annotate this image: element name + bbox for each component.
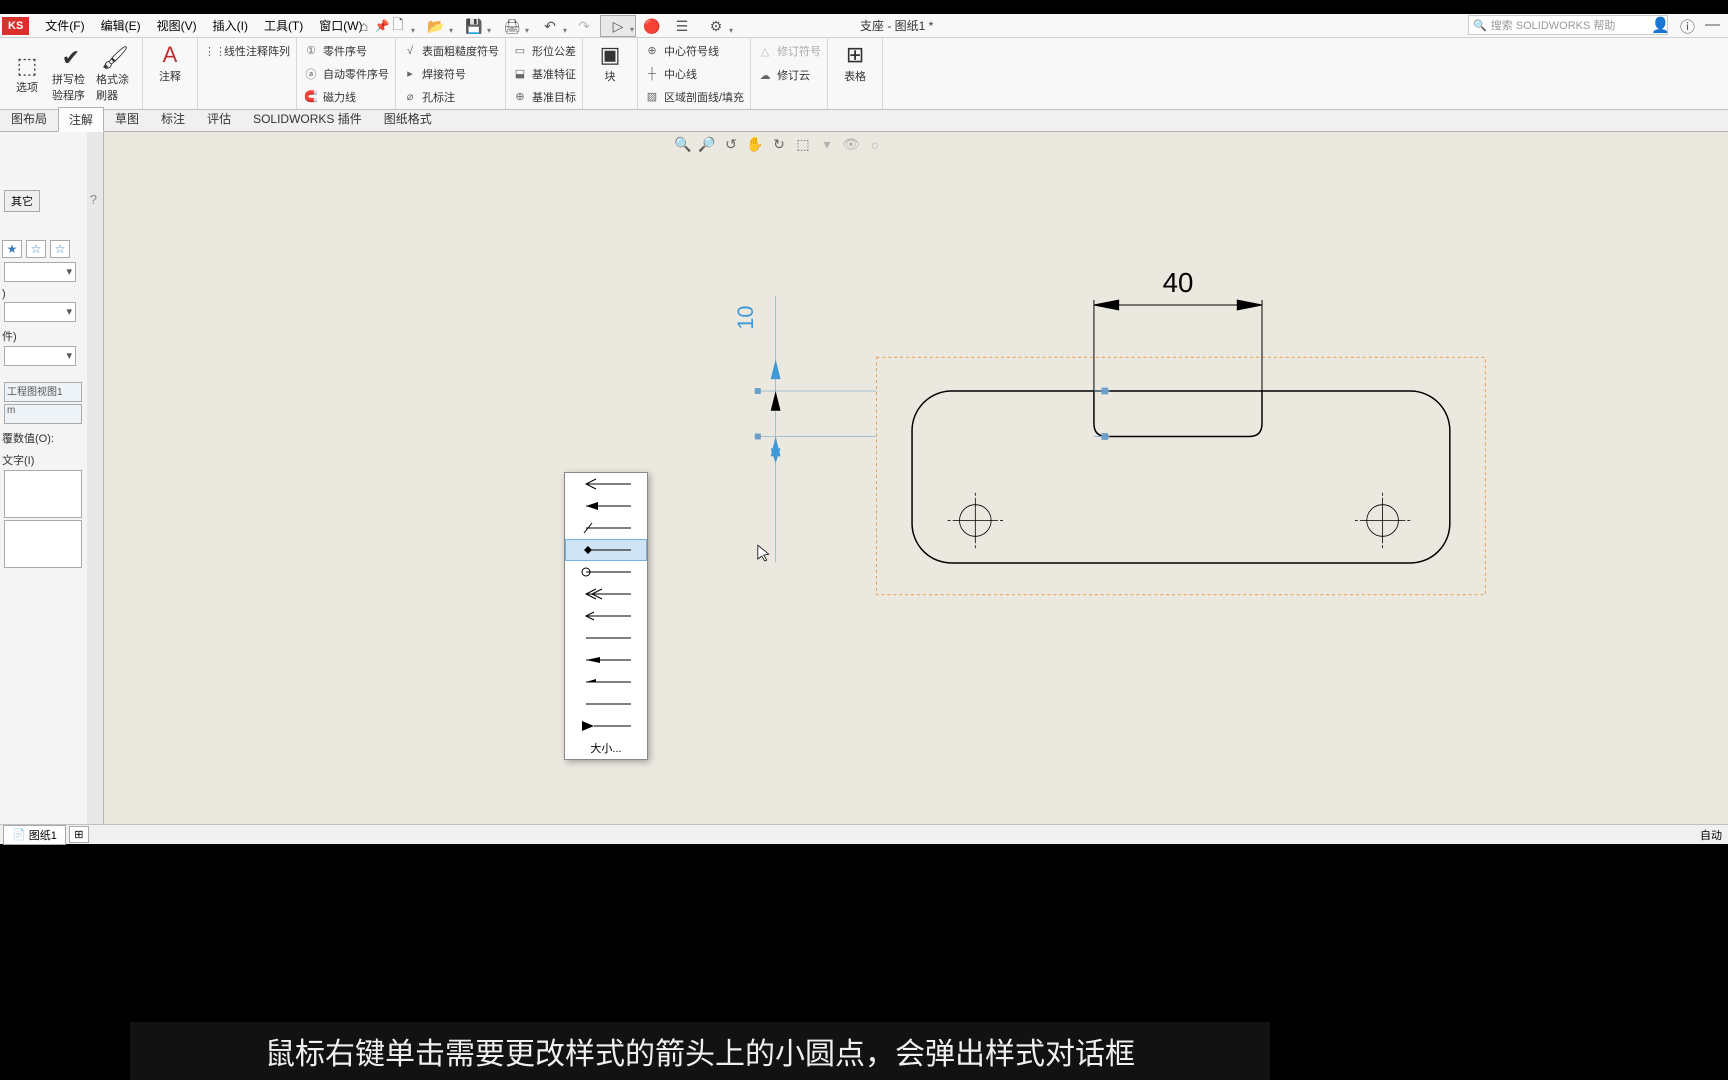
revision-cloud-button[interactable]: ☁修订云	[757, 64, 821, 86]
surface-finish-button[interactable]: √表面粗糙度符号	[402, 40, 499, 61]
note-button[interactable]: A注释	[149, 40, 191, 86]
style-select-3[interactable]	[4, 346, 76, 366]
arrow-style-popup: 大小...	[564, 472, 648, 760]
menu-file[interactable]: 文件(F)	[37, 14, 92, 37]
tab-sketch[interactable]: 草图	[104, 106, 150, 131]
property-panel: ? 其它 ★ ☆ ☆ )⌃ 件)▾ 工程图视图1 m 覆数值(O): 文字(I)…	[0, 132, 104, 832]
add-sheet-button[interactable]: ⊞	[69, 826, 89, 843]
area-hatch-button[interactable]: ▨区域剖面线/填充	[644, 86, 744, 107]
tab-annotate[interactable]: 注解	[58, 107, 104, 132]
subtitle-caption: 鼠标右键单击需要更改样式的箭头上的小圆点，会弹出样式对话框	[130, 1022, 1270, 1080]
auto-balloon-button[interactable]: ⓐ自动零件序号	[303, 63, 389, 84]
panel-scrollbar[interactable]	[87, 132, 103, 832]
document-title: 支座 - 图纸1 *	[860, 17, 933, 34]
star-icon-3[interactable]: ☆	[50, 240, 70, 258]
magnetic-line-button[interactable]: 🧲磁力线	[303, 86, 389, 107]
arrow-style-none[interactable]	[565, 627, 647, 649]
style-select-1[interactable]	[4, 262, 76, 282]
format-painter-button[interactable]: 🖌格式涂刷器	[94, 40, 136, 107]
arrow-style-circle[interactable]	[565, 561, 647, 583]
text-above-input[interactable]	[4, 470, 82, 518]
search-input[interactable]: 🔍 搜索 SOLIDWORKS 帮助	[1468, 15, 1668, 35]
user-icon[interactable]: 👤	[1651, 16, 1670, 37]
arrow-style-filled[interactable]	[565, 495, 647, 517]
weld-symbol-button[interactable]: ▸焊接符号	[402, 63, 499, 84]
tab-dimension[interactable]: 标注	[150, 106, 196, 131]
arrow-style-dot-selected[interactable]	[565, 539, 647, 561]
arrow-style-triangle[interactable]	[565, 715, 647, 737]
table-button[interactable]: ⊞表格	[834, 40, 876, 86]
datum-target-button[interactable]: ⊕基准目标	[512, 86, 576, 107]
save-icon[interactable]: 💾▾	[456, 15, 492, 37]
menu-tools[interactable]: 工具(T)	[256, 14, 311, 37]
open-icon[interactable]: 📂▾	[418, 15, 454, 37]
style-select-2[interactable]	[4, 302, 76, 322]
datum-feature-button[interactable]: ⬓基准特征	[512, 63, 576, 84]
redo-icon[interactable]: ↷	[570, 15, 598, 37]
panel-help-icon[interactable]: ?	[90, 192, 97, 207]
help-icon[interactable]: ⓘ	[1680, 16, 1695, 37]
dimension-10: 10	[733, 306, 758, 330]
arrow-style-open[interactable]	[565, 473, 647, 495]
menu-view[interactable]: 视图(V)	[149, 14, 205, 37]
options-button[interactable]: ⬚选项	[6, 40, 48, 107]
spellcheck-button[interactable]: ✔拼写检验程序	[50, 40, 92, 107]
drawing-canvas[interactable]: 🔍 🔎 ↺ ✋ ↻ ⬚ ▾ 👁 ○	[104, 132, 1728, 824]
star-icon-2[interactable]: ☆	[26, 240, 46, 258]
arrow-style-line2[interactable]	[565, 693, 647, 715]
linear-pattern-button[interactable]: ⋮⋮线性注释阵列	[204, 40, 290, 62]
menu-edit[interactable]: 编辑(E)	[93, 14, 149, 37]
undo-icon[interactable]: ↶▾	[532, 15, 568, 37]
arrow-style-half[interactable]	[565, 671, 647, 693]
arrow-style-open-thin[interactable]	[565, 605, 647, 627]
tab-addins[interactable]: SOLIDWORKS 插件	[242, 106, 373, 131]
print-icon[interactable]: 🖨▾	[494, 15, 530, 37]
block-button[interactable]: ▣块	[589, 40, 631, 86]
settings-icon[interactable]: ⚙▾	[698, 15, 734, 37]
select-icon[interactable]: ▷▾	[600, 15, 636, 37]
options-icon[interactable]: ☰	[668, 15, 696, 37]
home-icon[interactable]: ⌂	[350, 15, 378, 37]
view-name-input[interactable]: 工程图视图1	[4, 382, 82, 402]
tab-layout[interactable]: 图布局	[0, 106, 58, 131]
new-icon[interactable]: 🗋▾	[380, 15, 416, 37]
arrow-size-button[interactable]: 大小...	[565, 737, 647, 759]
rebuild-icon[interactable]: 🔴	[638, 15, 666, 37]
balloon-button[interactable]: ①零件序号	[303, 40, 389, 61]
tab-sheet-format[interactable]: 图纸格式	[373, 106, 443, 131]
search-icon: 🔍	[1473, 19, 1487, 32]
other-tab[interactable]: 其它	[4, 190, 40, 212]
sheet-tab[interactable]: 📄 图纸1	[3, 825, 66, 845]
geom-tol-button[interactable]: ▭形位公差	[512, 40, 576, 61]
minimize-icon[interactable]: —	[1705, 16, 1720, 37]
app-logo: KS	[2, 17, 29, 35]
text-below-input[interactable]	[4, 520, 82, 568]
arrow-style-filled-thin[interactable]	[565, 649, 647, 671]
star-icon-1[interactable]: ★	[2, 240, 22, 258]
arrow-style-double-open[interactable]	[565, 583, 647, 605]
centerline-button[interactable]: ┼中心线	[644, 63, 744, 84]
center-mark-button[interactable]: ⊕中心符号线	[644, 40, 744, 61]
revision-symbol-button[interactable]: △修订符号	[757, 40, 821, 62]
sheet-icon: 📄	[12, 828, 26, 841]
arrow-style-slash[interactable]	[565, 517, 647, 539]
status-right: 自动	[1700, 827, 1722, 843]
menu-insert[interactable]: 插入(I)	[205, 14, 256, 37]
unit-input[interactable]: m	[4, 404, 82, 424]
hole-callout-button[interactable]: ⌀孔标注	[402, 86, 499, 107]
tab-evaluate[interactable]: 评估	[196, 106, 242, 131]
dimension-40: 40	[1163, 267, 1194, 298]
